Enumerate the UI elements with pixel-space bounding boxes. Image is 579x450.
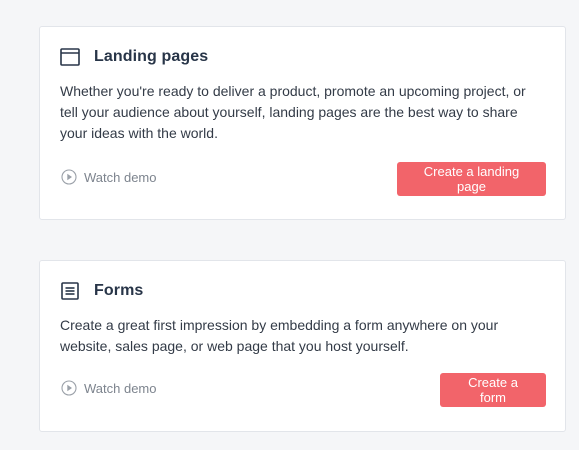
watch-demo-link[interactable]: Watch demo: [61, 169, 157, 185]
play-circle-icon: [61, 380, 77, 396]
card-description: Whether you're ready to deliver a produc…: [60, 83, 526, 141]
card-title: Forms: [94, 282, 144, 299]
card-header: Forms: [60, 281, 143, 301]
play-circle-icon: [61, 169, 77, 185]
watch-demo-label: Watch demo: [84, 169, 157, 185]
create-form-button[interactable]: Create a form: [440, 373, 546, 407]
browser-window-icon: [60, 47, 80, 67]
card-title: Landing pages: [94, 48, 209, 65]
card-header: Landing pages: [60, 47, 208, 67]
watch-demo-label: Watch demo: [84, 380, 157, 396]
watch-demo-link[interactable]: Watch demo: [61, 380, 157, 396]
forms-card: Forms Create a great first impression by…: [39, 260, 566, 432]
landing-pages-card: Landing pages Whether you're ready to de…: [39, 26, 566, 220]
create-landing-page-button[interactable]: Create a landing page: [397, 162, 546, 196]
form-icon: [60, 281, 80, 301]
card-description: Create a great first impression by embed…: [60, 317, 499, 354]
